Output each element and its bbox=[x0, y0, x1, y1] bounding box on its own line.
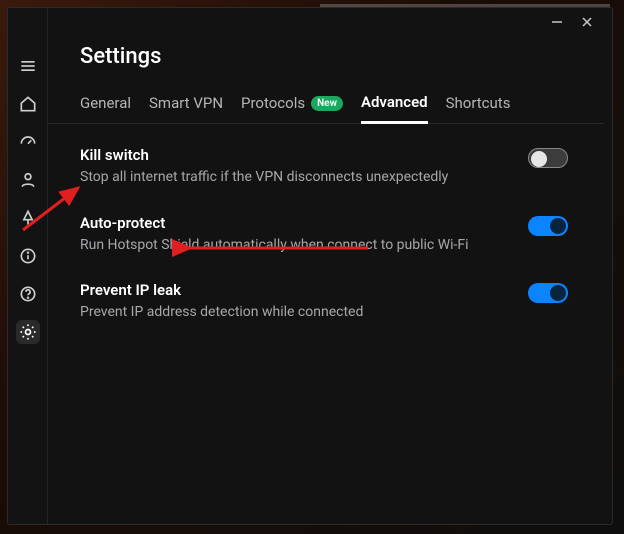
tab-smartvpn[interactable]: Smart VPN bbox=[149, 88, 223, 122]
tab-label: Advanced bbox=[361, 93, 428, 111]
option-label: Prevent IP leak bbox=[80, 281, 514, 299]
toggle-knob bbox=[550, 218, 566, 234]
tab-label: Smart VPN bbox=[149, 94, 223, 112]
option-label: Auto-protect bbox=[80, 214, 514, 232]
page-title: Settings bbox=[48, 36, 604, 87]
activity-icon bbox=[18, 208, 38, 228]
sidebar bbox=[8, 8, 48, 524]
sidebar-item-info[interactable] bbox=[16, 244, 40, 268]
tab-shortcuts[interactable]: Shortcuts bbox=[446, 88, 511, 122]
new-badge: New bbox=[311, 96, 343, 111]
toggle-auto-protect[interactable] bbox=[528, 216, 568, 236]
sidebar-item-activity[interactable] bbox=[16, 206, 40, 230]
main-panel: Settings General Smart VPN Protocols New… bbox=[48, 8, 612, 524]
options-list: Kill switch Stop all internet traffic if… bbox=[48, 124, 604, 323]
option-label: Kill switch bbox=[80, 146, 514, 164]
tab-advanced[interactable]: Advanced bbox=[361, 87, 428, 124]
toggle-prevent-ip-leak[interactable] bbox=[528, 283, 568, 303]
close-icon bbox=[580, 15, 594, 29]
tabs: General Smart VPN Protocols New Advanced… bbox=[48, 87, 604, 124]
toggle-knob bbox=[550, 285, 566, 301]
tab-label: Shortcuts bbox=[446, 94, 511, 112]
sidebar-item-home[interactable] bbox=[16, 92, 40, 116]
toggle-kill-switch[interactable] bbox=[528, 148, 568, 168]
option-kill-switch: Kill switch Stop all internet traffic if… bbox=[80, 146, 568, 188]
help-icon bbox=[18, 284, 38, 304]
option-prevent-ip-leak: Prevent IP leak Prevent IP address detec… bbox=[80, 281, 568, 323]
sidebar-item-menu[interactable] bbox=[16, 54, 40, 78]
option-desc: Run Hotspot Shield automatically when co… bbox=[80, 236, 514, 256]
tab-label: General bbox=[80, 94, 131, 112]
option-auto-protect: Auto-protect Run Hotspot Shield automati… bbox=[80, 214, 568, 256]
option-desc: Prevent IP address detection while conne… bbox=[80, 303, 514, 323]
titlebar bbox=[48, 8, 604, 36]
person-icon bbox=[18, 170, 38, 190]
option-desc: Stop all internet traffic if the VPN dis… bbox=[80, 168, 514, 188]
sidebar-item-account[interactable] bbox=[16, 168, 40, 192]
close-button[interactable] bbox=[580, 15, 594, 29]
menu-icon bbox=[18, 56, 38, 76]
minimize-icon bbox=[550, 15, 564, 29]
tab-general[interactable]: General bbox=[80, 88, 131, 122]
speed-icon bbox=[18, 132, 38, 152]
home-icon bbox=[18, 94, 38, 114]
sidebar-item-settings[interactable] bbox=[16, 320, 40, 344]
minimize-button[interactable] bbox=[550, 15, 564, 29]
info-icon bbox=[18, 246, 38, 266]
tab-label: Protocols bbox=[241, 94, 305, 112]
sidebar-item-help[interactable] bbox=[16, 282, 40, 306]
sidebar-item-speed[interactable] bbox=[16, 130, 40, 154]
toggle-knob bbox=[531, 151, 547, 167]
tab-protocols[interactable]: Protocols New bbox=[241, 88, 343, 122]
gear-icon bbox=[18, 322, 38, 342]
app-window: Settings General Smart VPN Protocols New… bbox=[8, 8, 612, 524]
